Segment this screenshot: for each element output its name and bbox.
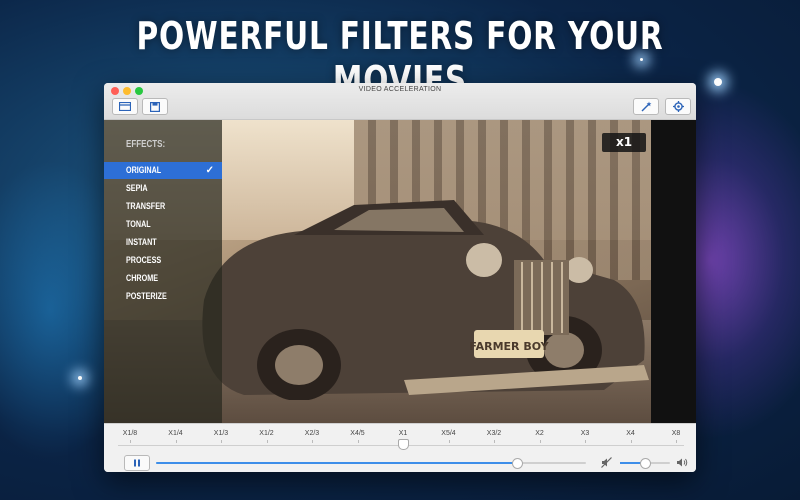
effect-item-instant[interactable]: INSTANT (104, 234, 222, 251)
effect-item-label: TRANSFER (126, 201, 166, 211)
speed-tick (175, 440, 177, 443)
speed-badge: x1 (602, 133, 646, 152)
window-title: VIDEO ACCELERATION (358, 86, 442, 93)
speed-label[interactable]: X1/2 (259, 430, 273, 437)
playback-progress-knob[interactable] (512, 458, 524, 469)
playback-progress-fill (156, 462, 518, 464)
magic-wand-icon (641, 101, 651, 112)
open-icon (119, 102, 131, 111)
open-button[interactable] (112, 98, 138, 115)
mute-icon[interactable] (601, 457, 612, 468)
effect-item-posterize[interactable]: POSTERIZE (104, 288, 222, 305)
speed-label[interactable]: X4/5 (350, 430, 364, 437)
speed-label[interactable]: X2/3 (305, 430, 319, 437)
speed-tick (630, 440, 632, 443)
app-window: VIDEO ACCELERATION FARMER BOY EFFECTS: O… (104, 83, 696, 472)
pause-button[interactable] (124, 455, 150, 471)
effect-item-label: POSTERIZE (126, 291, 167, 301)
speed-label[interactable]: X5/4 (441, 430, 455, 437)
checkmark-icon: ✓ (205, 165, 214, 176)
effect-item-original[interactable]: ORIGINAL ✓ (104, 162, 222, 179)
speed-label[interactable]: X3 (581, 430, 590, 437)
vintage-car-image: FARMER BOY (202, 200, 649, 400)
speed-label[interactable]: X3/2 (487, 430, 501, 437)
speed-label[interactable]: X1/8 (123, 430, 137, 437)
save-icon (150, 101, 160, 112)
controls-bar: X1/8 X1/4 X1/3 X1/2 X2/3 X4/5 X1 X5/4 X3/2 X2 X3 X4… (104, 423, 696, 472)
effect-item-label: INSTANT (126, 237, 157, 247)
speed-tick (676, 440, 677, 443)
speed-tick (539, 440, 541, 443)
video-viewer[interactable]: FARMER BOY EFFECTS: ORIGINAL ✓ SEPIA TRA… (104, 120, 696, 423)
effect-item-tonal[interactable]: TONAL (104, 216, 222, 233)
speed-tick (221, 440, 222, 443)
speed-label[interactable]: X1/3 (214, 430, 228, 437)
effect-item-sepia[interactable]: SEPIA (104, 180, 222, 197)
speed-label[interactable]: X1 (399, 430, 408, 437)
gear-icon (672, 101, 684, 112)
lens-flare (78, 376, 82, 380)
speed-slider-knob[interactable] (398, 439, 409, 450)
speed-tick (585, 440, 586, 443)
effect-item-label: SEPIA (126, 183, 148, 193)
effects-panel: EFFECTS: ORIGINAL ✓ SEPIA TRANSFER TONAL… (104, 120, 222, 423)
speed-label[interactable]: X4 (626, 430, 635, 437)
pause-icon (134, 459, 140, 467)
letterbox-bar (651, 120, 696, 423)
speed-tick (312, 440, 313, 443)
speed-label[interactable]: X1/4 (168, 430, 182, 437)
effect-item-label: CHROME (126, 273, 158, 283)
speed-tick (266, 440, 268, 443)
speed-label[interactable]: X8 (672, 430, 681, 437)
effect-item-label: PROCESS (126, 255, 162, 265)
volume-icon[interactable] (676, 457, 688, 468)
magic-wand-button[interactable] (633, 98, 659, 115)
speed-tick (494, 440, 495, 443)
effect-item-process[interactable]: PROCESS (104, 252, 222, 269)
save-button[interactable] (142, 98, 168, 115)
title-bar: VIDEO ACCELERATION (104, 83, 696, 120)
effect-item-label: ORIGINAL (126, 165, 162, 175)
effect-item-label: TONAL (126, 219, 151, 229)
playback-progress-track[interactable] (156, 458, 586, 469)
speed-tick (448, 440, 450, 443)
lens-flare (714, 78, 722, 86)
svg-text:FARMER BOY: FARMER BOY (469, 340, 549, 353)
effect-item-chrome[interactable]: CHROME (104, 270, 222, 287)
effect-item-transfer[interactable]: TRANSFER (104, 198, 222, 215)
speed-tick (130, 440, 131, 443)
volume-slider-knob[interactable] (640, 458, 651, 469)
speed-tick (357, 440, 359, 443)
settings-button[interactable] (665, 98, 691, 115)
effects-heading: EFFECTS: (126, 139, 166, 150)
speed-label[interactable]: X2 (535, 430, 544, 437)
volume-slider-track[interactable] (620, 458, 670, 469)
